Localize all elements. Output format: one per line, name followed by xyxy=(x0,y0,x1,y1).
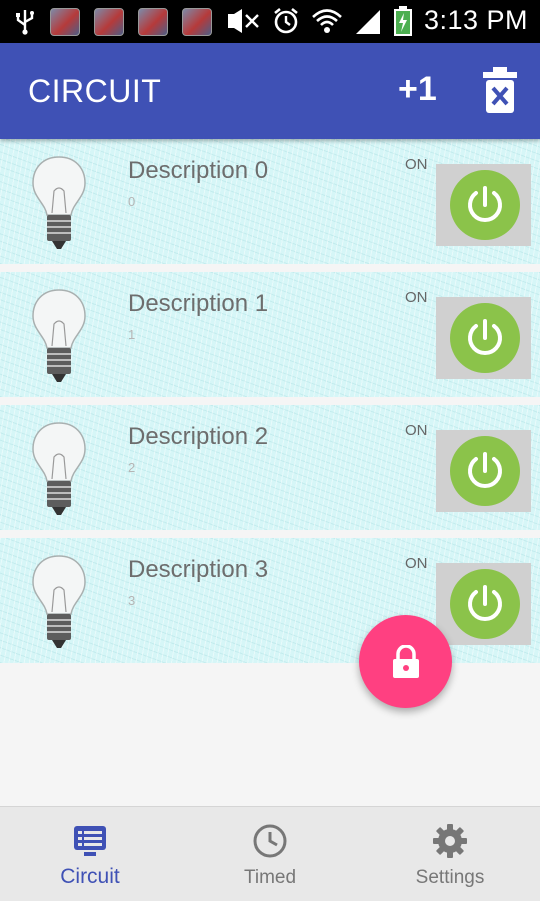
app-bar: CIRCUIT +1 xyxy=(0,43,540,139)
system-icons: 3:13 PM xyxy=(224,5,528,36)
circuit-description: Description 2 xyxy=(128,423,269,450)
circuit-index: 1 xyxy=(128,327,136,342)
circuit-card[interactable]: Description 2 2 ON xyxy=(0,405,540,530)
nav-tab-timed[interactable]: Timed xyxy=(180,807,360,901)
delete-icon[interactable] xyxy=(482,67,518,113)
gear-icon xyxy=(433,824,467,858)
alarm-icon xyxy=(274,7,298,33)
circuit-list: Description 0 0 ON Description 1 1 ON De… xyxy=(0,139,540,671)
add-one-button[interactable]: +1 xyxy=(398,70,437,109)
circuit-description: Description 0 xyxy=(128,157,269,184)
power-icon xyxy=(468,452,502,488)
lock-icon xyxy=(392,644,419,678)
bottom-navigation: Circuit Timed Settings xyxy=(0,806,540,901)
power-toggle-box[interactable] xyxy=(436,164,531,246)
circuit-state-label: ON xyxy=(405,156,428,173)
clock-icon xyxy=(253,824,287,858)
power-toggle-box[interactable] xyxy=(436,563,531,645)
circuit-index: 0 xyxy=(128,194,136,209)
circuit-description: Description 3 xyxy=(128,556,269,583)
light-bulb-icon xyxy=(32,555,86,648)
circuit-index: 3 xyxy=(128,593,136,608)
power-toggle-box[interactable] xyxy=(436,430,531,512)
light-bulb-icon xyxy=(32,156,86,249)
circuit-state-label: ON xyxy=(405,422,428,439)
light-bulb-icon xyxy=(32,289,86,382)
mute-vibrate-icon xyxy=(227,8,259,33)
status-bar: 3:13 PM xyxy=(0,0,540,43)
power-button[interactable] xyxy=(450,170,520,240)
page-title: CIRCUIT xyxy=(28,73,162,109)
power-button[interactable] xyxy=(450,569,520,639)
power-button[interactable] xyxy=(450,303,520,373)
circuit-description: Description 1 xyxy=(128,290,269,317)
power-icon xyxy=(468,585,502,621)
lock-fab-button[interactable] xyxy=(359,615,452,708)
nav-label-timed: Timed xyxy=(243,867,297,888)
circuit-card[interactable]: Description 3 3 ON xyxy=(0,538,540,663)
wifi-icon xyxy=(312,8,342,33)
circuit-index: 2 xyxy=(128,460,136,475)
circuit-state-label: ON xyxy=(405,289,428,306)
usb-icon xyxy=(16,10,34,35)
app-notification-icon xyxy=(94,8,124,36)
app-notification-icon xyxy=(50,8,80,36)
circuit-card[interactable]: Description 1 1 ON xyxy=(0,272,540,397)
notification-icons xyxy=(14,8,212,36)
power-icon xyxy=(468,319,502,355)
nav-label-settings: Settings xyxy=(415,867,485,888)
battery-charging-icon xyxy=(393,5,412,36)
nav-tab-settings[interactable]: Settings xyxy=(360,807,540,901)
light-bulb-icon xyxy=(32,422,86,515)
circuit-card[interactable]: Description 0 0 ON xyxy=(0,139,540,264)
signal-icon xyxy=(355,9,380,34)
power-toggle-box[interactable] xyxy=(436,297,531,379)
app-notification-icon xyxy=(182,8,212,36)
clock-time: 3:13 PM xyxy=(423,5,528,35)
nav-label-circuit: Circuit xyxy=(60,865,120,888)
circuit-state-label: ON xyxy=(405,555,428,572)
nav-tab-circuit[interactable]: Circuit xyxy=(0,807,180,901)
app-notification-icon xyxy=(138,8,168,36)
power-button[interactable] xyxy=(450,436,520,506)
power-icon xyxy=(468,186,502,222)
circuit-icon xyxy=(74,826,106,856)
